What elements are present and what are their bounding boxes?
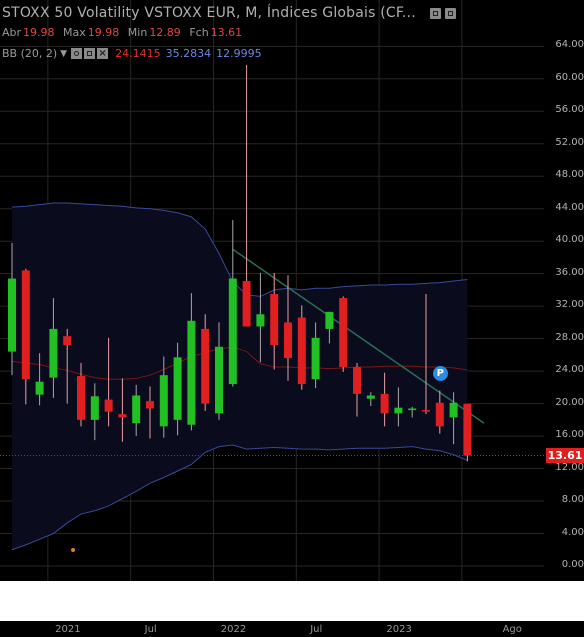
candle-body [173, 357, 182, 420]
candle-body [21, 270, 30, 380]
candle-body [8, 278, 16, 352]
bb-lower-value: 12.9995 [216, 47, 262, 60]
candle-body [284, 322, 292, 359]
candle-body [449, 402, 458, 418]
candle-body [435, 402, 444, 427]
y-tick-label: 44.00 [555, 201, 584, 213]
event-dot [71, 548, 75, 552]
candle-body [187, 320, 196, 425]
chevron-down-icon[interactable]: ▼ [60, 49, 67, 59]
candle-body [353, 367, 361, 394]
candle-body [325, 311, 334, 329]
event-marker[interactable]: P [432, 365, 448, 381]
candle-body [270, 293, 279, 346]
candle-body [49, 328, 58, 378]
candle-body [394, 407, 403, 414]
candle-body [297, 317, 306, 385]
x-tick-label: 2023 [386, 624, 412, 635]
candle-body [242, 280, 251, 327]
candle-body [422, 410, 430, 412]
y-tick-label: 64.00 [555, 39, 584, 51]
price-chart[interactable] [0, 0, 584, 581]
y-tick-label: 28.00 [555, 331, 584, 343]
symbol-header: STOXX 50 Volatility VSTOXX EUR, M, Índic… [2, 4, 456, 22]
candle-body [146, 401, 154, 409]
time-axis[interactable]: 2021 Jul 2022 Jul 2023 Ago [0, 621, 584, 637]
y-tick-label: 32.00 [555, 299, 584, 311]
chart-title: STOXX 50 Volatility VSTOXX EUR, M, Índic… [2, 5, 416, 21]
maximize-icon[interactable] [429, 7, 441, 19]
open-value: 19.98 [23, 26, 55, 39]
chart-area[interactable] [0, 0, 584, 581]
y-tick-label: 8.00 [561, 494, 584, 506]
x-tick-label: 2022 [220, 624, 247, 635]
close-icon[interactable]: × [97, 48, 109, 59]
candle-body [256, 314, 265, 327]
candle-body [380, 393, 389, 414]
candle-body [463, 403, 472, 456]
y-tick-label: 20.00 [555, 396, 584, 408]
open-label: Abr [2, 26, 22, 39]
high-value: 19.98 [87, 26, 120, 39]
ohlc-legend: Abr 19.98 Max 19.98 Min 12.89 Fch 13.61 [2, 26, 247, 39]
candle-body [311, 337, 320, 380]
bb-upper-value: 35.2834 [165, 47, 212, 60]
indicator-legend: BB (20, 2) ▼ × 24.1415 35.2834 12.9995 [2, 47, 262, 60]
candle-body [201, 328, 210, 404]
close-label: Fch [189, 26, 209, 39]
candle-body [408, 408, 417, 411]
x-tick-label: 2021 [55, 624, 81, 635]
indicator-label[interactable]: BB (20, 2) [2, 47, 57, 60]
y-tick-label: 60.00 [555, 71, 584, 83]
x-tick-label: Jul [310, 624, 323, 635]
empty-panel [0, 581, 584, 621]
candle-body [228, 278, 237, 385]
candle-body [339, 298, 348, 368]
y-tick-label: 56.00 [555, 104, 584, 116]
restore-icon[interactable] [444, 7, 456, 19]
y-tick-label: 16.00 [555, 429, 584, 441]
visibility-icon[interactable] [71, 48, 83, 59]
y-tick-label: 52.00 [555, 136, 584, 148]
candle-body [118, 414, 127, 418]
settings-icon[interactable] [84, 48, 96, 59]
y-tick-label: 4.00 [561, 526, 584, 538]
x-tick-label: Ago [502, 624, 522, 635]
y-tick-label: 48.00 [555, 169, 584, 181]
low-label: Min [127, 26, 148, 39]
high-label: Max [63, 26, 86, 39]
candle-body [104, 399, 113, 412]
y-tick-label: 36.00 [555, 266, 584, 278]
candle-body [366, 395, 375, 399]
x-tick-label: Jul [144, 624, 157, 635]
candle-body [159, 375, 168, 427]
candle-body [132, 395, 141, 424]
candle-body [63, 336, 72, 346]
candle-body [90, 396, 99, 420]
candle-body [35, 381, 44, 395]
y-tick-label: 24.00 [555, 364, 584, 376]
close-value: 13.61 [210, 26, 243, 39]
candle-body [215, 346, 223, 414]
bb-basis-value: 24.1415 [115, 47, 161, 60]
y-tick-label: 0.00 [561, 559, 584, 570]
y-tick-label: 40.00 [555, 234, 584, 246]
candle-body [77, 375, 85, 420]
low-value: 12.89 [149, 26, 181, 39]
last-price-tag: 13.61 [546, 448, 584, 464]
